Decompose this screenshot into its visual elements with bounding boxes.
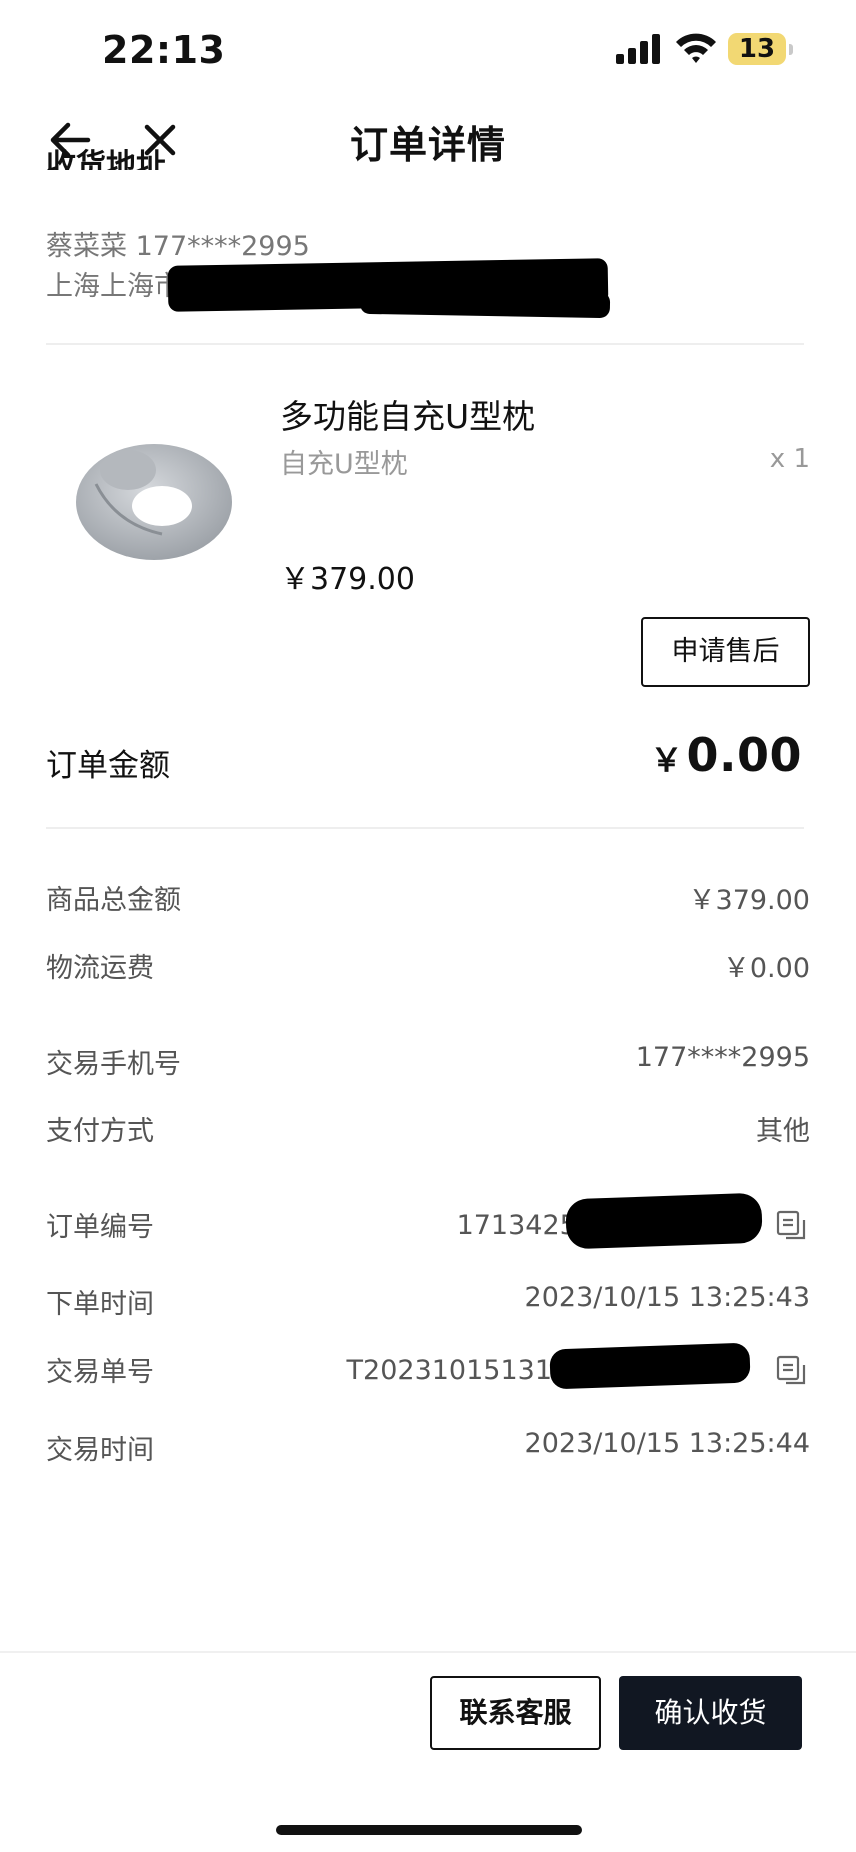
- address-name-phone: 蔡菜菜 177****2995: [46, 231, 310, 262]
- phone-label: 交易手机号: [46, 1049, 181, 1080]
- status-time: 22:13: [102, 28, 226, 72]
- redaction-mark: [565, 1192, 763, 1250]
- battery-tip: [789, 44, 793, 55]
- divider: [46, 343, 804, 345]
- currency-symbol: ￥: [650, 741, 683, 779]
- order-amount-value: ￥ 0.00: [650, 728, 802, 782]
- order-number-label: 订单编号: [46, 1212, 154, 1243]
- battery-indicator: 13: [728, 33, 786, 65]
- trade-time-value: 2023/10/15 13:25:44: [524, 1428, 810, 1459]
- home-indicator: [276, 1825, 582, 1835]
- bottom-bar-divider: [0, 1651, 856, 1653]
- wifi-icon: [676, 33, 716, 63]
- payment-label: 支付方式: [46, 1116, 154, 1147]
- status-bar: 22:13 13: [0, 0, 856, 100]
- confirm-receipt-button[interactable]: 确认收货: [619, 1676, 802, 1750]
- trade-number-label: 交易单号: [46, 1357, 154, 1388]
- payment-value: 其他: [756, 1116, 810, 1147]
- divider: [46, 827, 804, 829]
- copy-icon[interactable]: [776, 1355, 808, 1387]
- trade-time-label: 交易时间: [46, 1435, 154, 1466]
- contact-support-button[interactable]: 联系客服: [430, 1676, 601, 1750]
- cellular-signal-icon: [616, 34, 660, 64]
- order-amount-label: 订单金额: [46, 748, 170, 784]
- trade-number-value: T20231015131: [346, 1355, 552, 1386]
- product-quantity: x 1: [769, 444, 810, 474]
- product-name[interactable]: 多功能自充U型枕: [280, 390, 535, 438]
- order-amount-number: 0.00: [686, 728, 802, 782]
- phone-value: 177****2995: [635, 1042, 810, 1073]
- shipping-label: 物流运费: [46, 953, 154, 984]
- address-heading: 收货地址: [46, 148, 166, 170]
- shipping-value: ￥0.00: [722, 953, 810, 984]
- address-line: 上海上海市: [46, 271, 181, 302]
- order-time-label: 下单时间: [46, 1289, 154, 1320]
- order-time-value: 2023/10/15 13:25:43: [524, 1282, 810, 1313]
- goods-total-label: 商品总金额: [46, 885, 181, 916]
- redaction-mark: [359, 287, 611, 319]
- u-shaped-pillow-image: [76, 444, 232, 560]
- after-sale-button[interactable]: 申请售后: [641, 617, 810, 687]
- goods-total-value: ￥379.00: [688, 885, 810, 916]
- copy-icon[interactable]: [776, 1210, 808, 1242]
- redaction-mark: [549, 1342, 751, 1390]
- product-spec: 自充U型枕: [280, 449, 408, 480]
- product-price: ￥379.00: [280, 562, 415, 597]
- order-detail-page: 22:13 13 订单详情 收货地址 蔡菜菜 177****2995 上海上海市: [0, 0, 856, 1852]
